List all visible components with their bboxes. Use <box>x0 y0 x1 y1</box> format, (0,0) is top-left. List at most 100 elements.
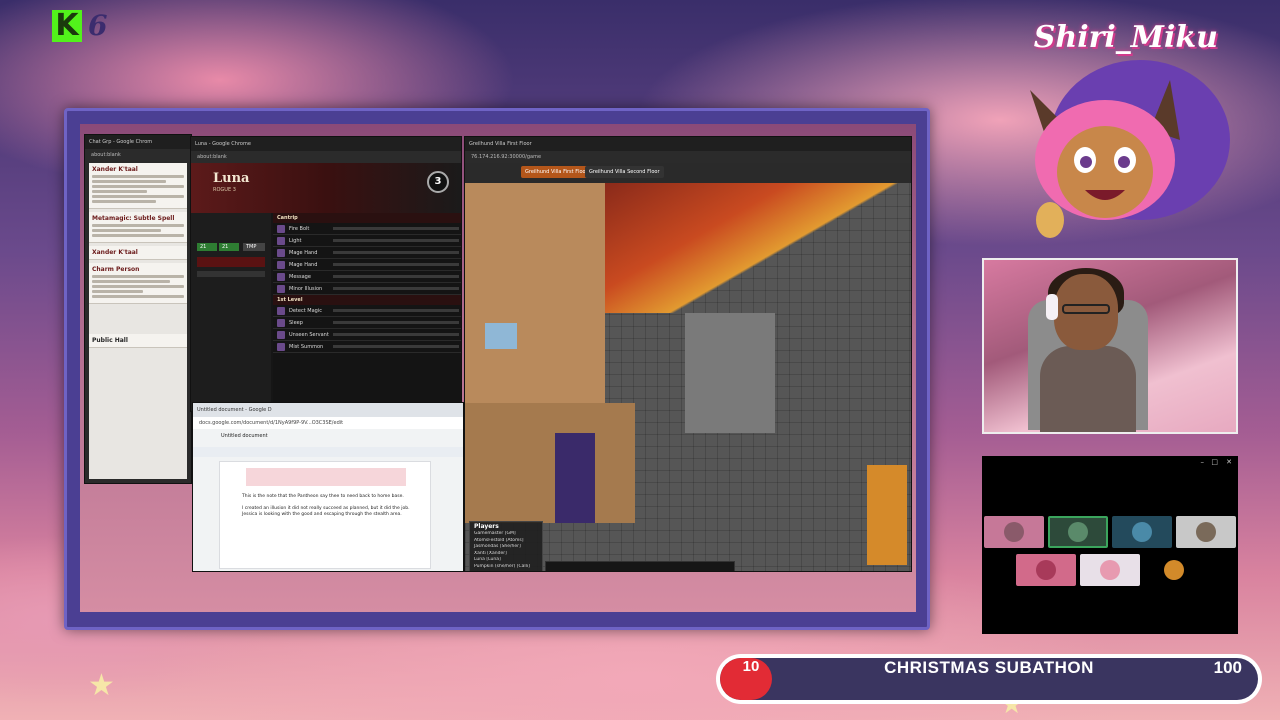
spell-icon <box>277 318 285 327</box>
doc-title[interactable]: Untitled document <box>221 433 268 439</box>
participant-tile[interactable] <box>984 516 1044 548</box>
doc-highlight-block <box>246 468 406 486</box>
chat-url-bar[interactable]: about:blank <box>85 149 191 161</box>
map-room <box>465 403 635 523</box>
map-room <box>685 313 775 433</box>
participant-tile[interactable] <box>1048 516 1108 548</box>
character-sheet-window[interactable]: Luna - Google Chrome about:blank Luna RO… <box>190 136 462 412</box>
chat-card: Xander K'taal <box>89 163 187 209</box>
spell-row[interactable]: Message <box>273 271 461 283</box>
doc-titlebar[interactable]: Untitled document - Google D <box>193 403 463 417</box>
star-decoration: ★ <box>88 668 115 703</box>
chat-log[interactable]: Xander K'taal Metamagic: Subtle Spell Xa… <box>89 163 187 479</box>
spell-row[interactable]: Light <box>273 235 461 247</box>
map-lit-area <box>605 183 905 313</box>
webcam-feed <box>982 258 1238 434</box>
chat-window-title: Chat Grp - Google Chrom <box>89 139 153 145</box>
player-entry[interactable]: Pumpkin (she/her) [Calli] <box>470 564 542 571</box>
brand-number: 6 <box>88 9 108 42</box>
spell-icon <box>277 260 285 269</box>
sheet-sidebar: 21 21 TMP <box>191 213 271 411</box>
spell-icon <box>277 330 285 339</box>
players-title: Players <box>474 523 499 530</box>
participant-tile[interactable] <box>1144 554 1204 586</box>
subathon-label: CHRISTMAS SUBATHON <box>884 658 1094 677</box>
chat-card: Metamagic: Subtle Spell <box>89 212 187 243</box>
hp-temp[interactable]: TMP <box>243 243 265 251</box>
spell-icon <box>277 272 285 281</box>
battle-map[interactable]: Players Gamemaster [GM] AtomsFestold [At… <box>465 183 911 571</box>
vtt-titlebar[interactable]: Greilhund Villa First Floor <box>465 137 911 151</box>
streamer-name: Shiri_Miku <box>1033 20 1218 55</box>
spell-section-title: 1st Level <box>273 295 461 305</box>
chat-window[interactable]: Chat Grp - Google Chrom about:blank Xand… <box>84 134 192 484</box>
spell-row[interactable]: Mage Hand <box>273 247 461 259</box>
shared-desktop: Chat Grp - Google Chrom about:blank Xand… <box>80 124 916 612</box>
character-name: Luna <box>213 171 250 186</box>
scene-tab-second-floor[interactable]: Greilhund Villa Second Floor <box>585 166 664 178</box>
chat-card: Charm Person <box>89 263 187 304</box>
participant-tile[interactable] <box>1080 554 1140 586</box>
channel-brand: K6 <box>52 10 107 42</box>
spell-row[interactable]: Mage Hand <box>273 259 461 271</box>
subathon-goal-value: 100 <box>1213 658 1242 677</box>
spell-list[interactable]: Cantrip Fire Bolt Light Mage Hand Mage H… <box>273 213 461 411</box>
scene-tab-first-floor[interactable]: Greilhund Villa First Floor <box>521 166 592 178</box>
map-room <box>867 465 907 565</box>
character-class: ROGUE 3 <box>213 187 236 193</box>
close-icon[interactable]: ✕ <box>1226 458 1232 466</box>
sheet-titlebar[interactable]: Luna - Google Chrome <box>191 137 461 151</box>
map-pool <box>485 323 517 349</box>
spell-row[interactable]: Sleep <box>273 317 461 329</box>
call-window-controls: – □ ✕ <box>982 456 1238 468</box>
avatar-hand <box>1036 202 1064 238</box>
subathon-progress-bar: CHRISTMAS SUBATHON 10 100 <box>716 654 1262 704</box>
hp-bar <box>197 257 265 267</box>
spell-icon <box>277 342 285 351</box>
doc-url-bar[interactable]: docs.google.com/document/d/1NyA9f9P-9V..… <box>193 417 463 429</box>
spell-icon <box>277 306 285 315</box>
vtt-window[interactable]: Greilhund Villa First Floor 76.174.216.9… <box>464 136 912 572</box>
chat-footer: Public Hall <box>89 334 187 348</box>
doc-paragraph: I created an illusion it did not really … <box>242 506 410 517</box>
spell-row[interactable]: Fire Bolt <box>273 223 461 235</box>
spell-row[interactable]: Unseen Servant <box>273 329 461 341</box>
chat-titlebar[interactable]: Chat Grp - Google Chrom <box>85 135 191 149</box>
players-panel[interactable]: Players Gamemaster [GM] AtomsFestold [At… <box>469 521 543 571</box>
hp-max: 21 <box>219 243 239 251</box>
sheet-header: Luna ROGUE 3 3 <box>191 163 461 213</box>
subathon-track: CHRISTMAS SUBATHON 10 100 <box>720 658 1258 700</box>
vtuber-avatar <box>1030 60 1230 238</box>
spell-row[interactable]: Detect Magic <box>273 305 461 317</box>
sheet-url-bar[interactable]: about:blank <box>191 151 461 163</box>
headset-icon <box>1046 294 1058 320</box>
favorites-row[interactable] <box>197 271 265 277</box>
spell-icon <box>277 236 285 245</box>
glasses <box>1062 304 1110 314</box>
spell-icon <box>277 248 285 257</box>
participant-tile[interactable] <box>1016 554 1076 586</box>
maximize-icon[interactable]: □ <box>1211 458 1218 466</box>
minimize-icon[interactable]: – <box>1201 458 1205 466</box>
google-doc-window[interactable]: Untitled document - Google D docs.google… <box>192 402 464 572</box>
macro-bar[interactable] <box>545 561 735 571</box>
chat-card: Xander K'taal <box>89 246 187 260</box>
doc-page[interactable]: This is the note that the Pantheon say t… <box>219 461 431 569</box>
map-room <box>555 433 595 523</box>
scene-navigation: Greilhund Villa First Floor Greilhund Vi… <box>465 163 911 183</box>
vtt-url-bar[interactable]: 76.174.216.92:30000/game <box>465 151 911 163</box>
streamer-body <box>1040 346 1136 432</box>
spell-icon <box>277 284 285 293</box>
doc-paragraph: This is the note that the Pantheon say t… <box>242 494 404 499</box>
doc-toolbar[interactable] <box>193 447 463 457</box>
spell-row[interactable]: Minor Illusion <box>273 283 461 295</box>
participant-tile[interactable] <box>1176 516 1236 548</box>
avatar-face <box>1057 126 1153 218</box>
spell-row[interactable]: Mist Summon <box>273 341 461 353</box>
spell-section-title: Cantrip <box>273 213 461 223</box>
hp-current: 21 <box>197 243 217 251</box>
voice-call-panel[interactable]: – □ ✕ <box>982 456 1238 634</box>
map-room <box>465 183 605 403</box>
spell-icon <box>277 224 285 233</box>
participant-tile[interactable] <box>1112 516 1172 548</box>
